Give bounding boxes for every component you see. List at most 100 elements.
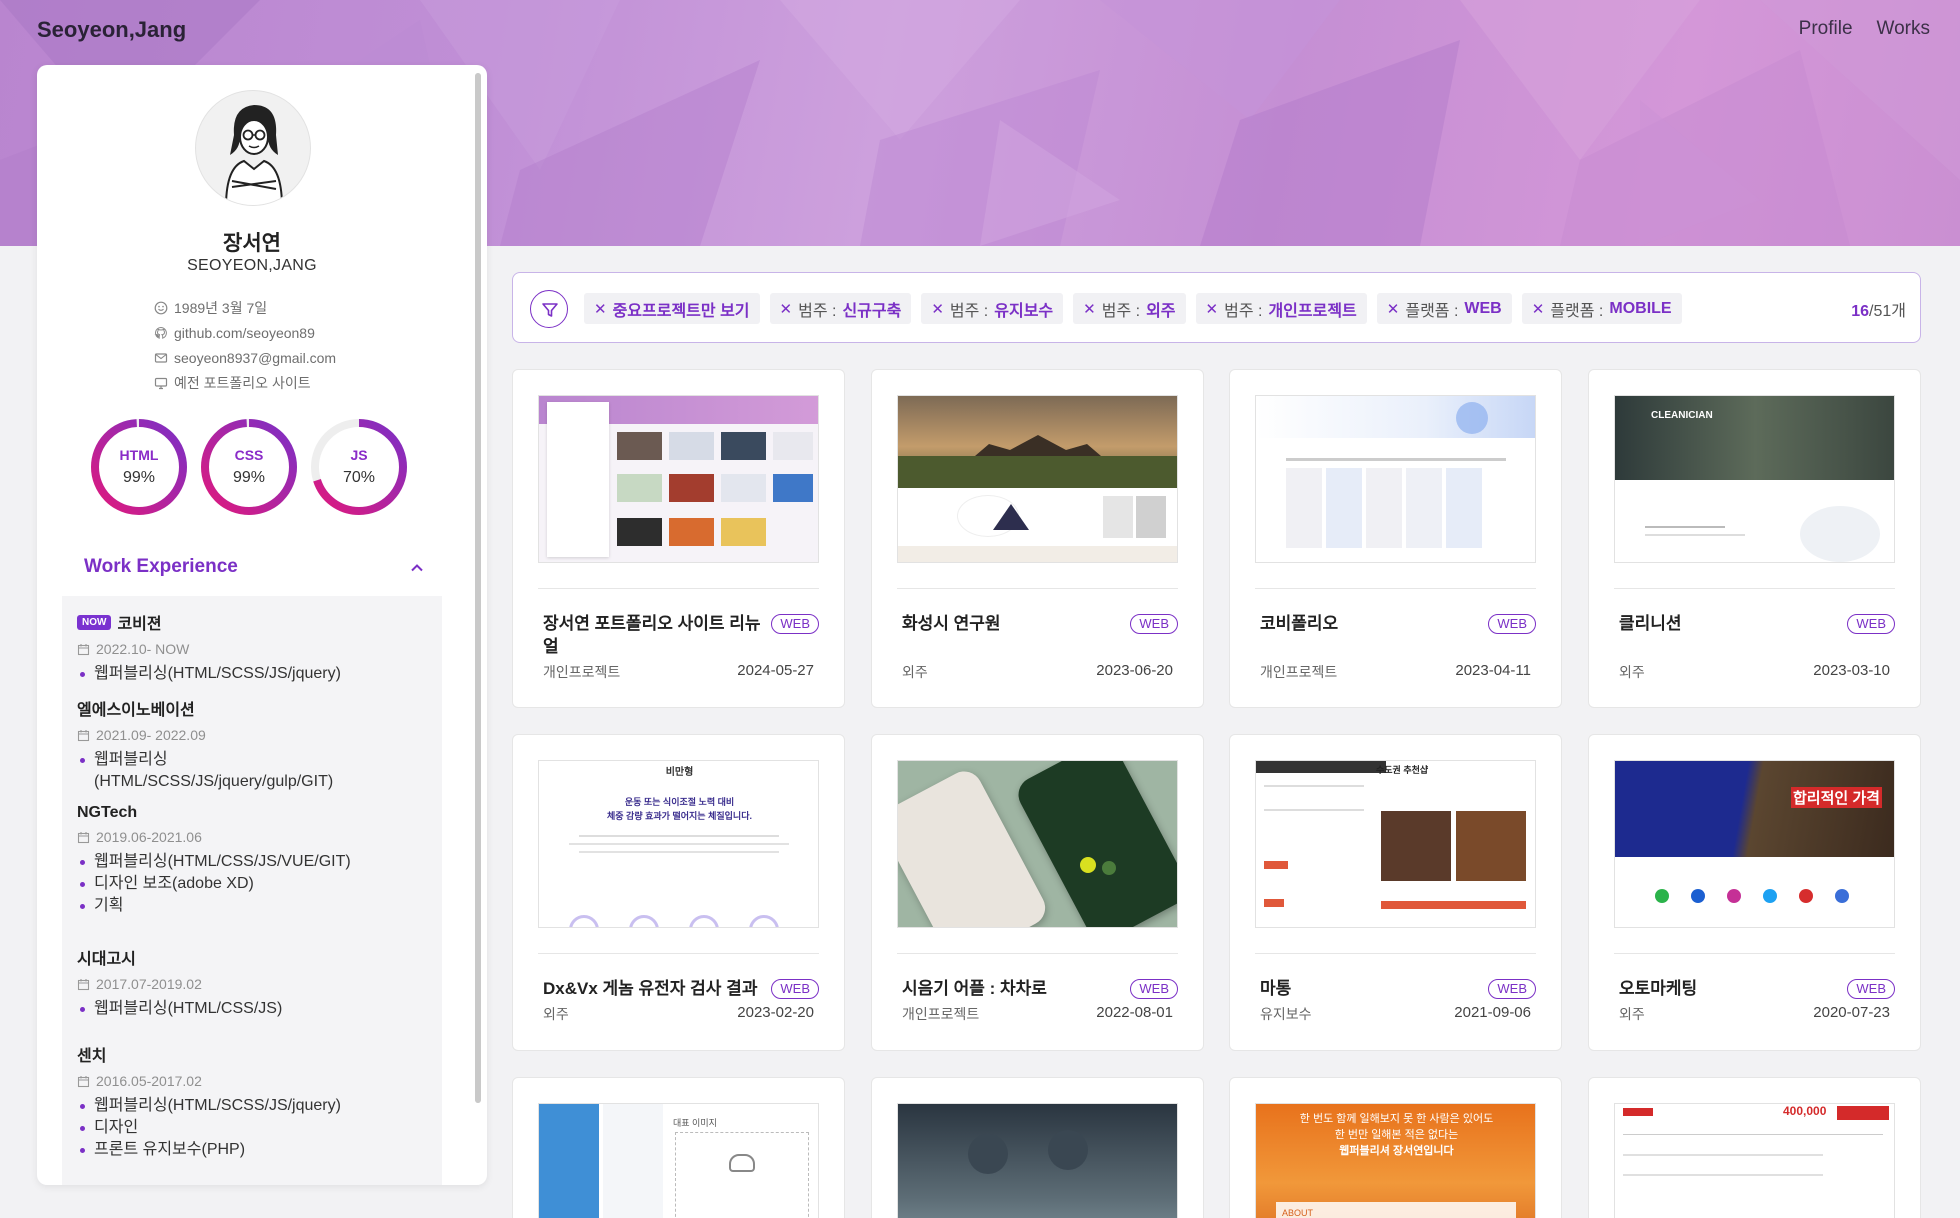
work-category: 유지보수	[1260, 1006, 1312, 1022]
profile-name-korean: 장서연	[223, 232, 281, 255]
filter-chip-prefix: 범주 :	[949, 302, 989, 320]
filter-chip-value: 외주	[1146, 302, 1176, 320]
work-date: 2024-05-27	[737, 662, 814, 679]
github-row[interactable]: github.com/seoyeon89	[154, 320, 336, 345]
job-company: NGTech	[77, 804, 138, 821]
work-card[interactable]: 화성시 연구원 WEB 외주 2023-06-20	[871, 369, 1204, 708]
email-link[interactable]: seoyeon8937@gmail.com	[174, 350, 336, 366]
job-item: 엘에스이노베이션 2021.09- 2022.09 웹퍼블리싱 (HTML/SC…	[77, 696, 333, 793]
thumb-line-1: 한 번도 함께 일해보지 못 한 사람은 있어도	[1299, 1113, 1494, 1125]
job-duty: 디자인	[77, 1117, 341, 1139]
js-gauge-ring	[311, 419, 407, 515]
thumb-banner: 합리적인 가격	[1791, 787, 1882, 808]
mail-icon	[154, 352, 168, 363]
old-portfolio-row[interactable]: 예전 포트폴리오 사이트	[154, 370, 336, 395]
work-title: 코비폴리오	[1260, 614, 1339, 633]
css-gauge-ring	[201, 419, 297, 515]
job-duty: 웹퍼블리싱(HTML/SCSS/JS/jquery)	[77, 1095, 341, 1117]
work-category: 개인프로젝트	[1260, 664, 1338, 680]
close-icon[interactable]: ✕	[594, 300, 607, 318]
work-card[interactable]	[871, 1077, 1204, 1218]
work-category: 외주	[543, 1006, 569, 1022]
filter-chip-personal[interactable]: ✕ 범주 : 개인프로젝트	[1195, 293, 1367, 324]
work-card[interactable]: 400,000	[1588, 1077, 1921, 1218]
cleanician-logo: CLEANICIAN	[1651, 410, 1713, 421]
main-nav: Profile Works	[1799, 18, 1930, 40]
old-portfolio-link[interactable]: 예전 포트폴리오 사이트	[174, 373, 311, 393]
thumb-line-1: 운동 또는 식이조절 노력 대비	[624, 797, 735, 807]
close-icon[interactable]: ✕	[1387, 300, 1400, 318]
filter-chip-value: WEB	[1464, 299, 1502, 317]
filter-chip-value: 중요프로젝트만 보기	[612, 302, 750, 320]
card-divider	[538, 953, 819, 954]
filter-chip-value: 신규구축	[842, 302, 902, 320]
thumb-label: 대표 이미지	[673, 1118, 717, 1128]
work-category: 외주	[902, 664, 928, 680]
filter-chip-prefix: 범주 :	[798, 302, 837, 320]
work-card[interactable]: 한 번도 함께 일해보지 못 한 사람은 있어도 한 번만 일해본 적은 없다는…	[1229, 1077, 1562, 1218]
filter-chips: ✕ 중요프로젝트만 보기 ✕ 범주 : 신규구축 ✕ 범주 : 유지보수 ✕ 범주 : …	[584, 293, 1682, 324]
close-icon[interactable]: ✕	[1206, 300, 1219, 318]
monitor-icon	[154, 377, 168, 389]
work-card[interactable]: 대표 이미지	[512, 1077, 845, 1218]
filter-button[interactable]	[530, 290, 568, 328]
site-brand[interactable]: Seoyeon,Jang	[37, 17, 186, 43]
profile-panel: 장서연 SEOYEON,JANG 1989년 3월 7일 github.com/…	[37, 65, 487, 1185]
job-item: NGTech 2019.06-2021.06 웹퍼블리싱(HTML/CSS/JS…	[77, 804, 351, 917]
work-card[interactable]: 장서연 포트폴리오 사이트 리뉴얼 WEB 개인프로젝트 2024-05-27	[512, 369, 845, 708]
html-gauge-ring	[91, 419, 187, 515]
work-thumbnail: 대표 이미지	[538, 1103, 819, 1218]
filter-bar: ✕ 중요프로젝트만 보기 ✕ 범주 : 신규구축 ✕ 범주 : 유지보수 ✕ 범주 : …	[512, 272, 1921, 343]
card-divider	[1614, 588, 1895, 589]
calendar-icon	[77, 643, 90, 655]
avatar	[195, 90, 311, 206]
profile-name-english: SEOYEON,JANG	[187, 257, 317, 274]
close-icon[interactable]: ✕	[1532, 300, 1545, 318]
filter-chip-outsourcing[interactable]: ✕ 범주 : 외주	[1073, 293, 1186, 324]
work-category: 개인프로젝트	[543, 664, 621, 680]
email-row[interactable]: seoyeon8937@gmail.com	[154, 345, 336, 370]
work-card[interactable]: 비만형 운동 또는 식이조절 노력 대비 체중 감량 효과가 떨어지는 체질입니…	[512, 734, 845, 1051]
work-title: 오토마케팅	[1619, 979, 1698, 998]
work-card[interactable]: 코비폴리오 WEB 개인프로젝트 2023-04-11	[1229, 369, 1562, 708]
thumb-line-2: 한 번만 일해본 적은 없다는	[1334, 1129, 1459, 1141]
job-date: 2019.06-2021.06	[96, 829, 202, 845]
work-thumbnail: 수도권 추천샵	[1255, 760, 1536, 928]
thumb-about: ABOUT	[1282, 1208, 1314, 1218]
filter-chip-maintenance[interactable]: ✕ 범주 : 유지보수	[921, 293, 1064, 324]
filter-chip-web[interactable]: ✕ 플랫폼 : WEB	[1376, 293, 1512, 324]
now-badge: NOW	[77, 614, 112, 630]
close-icon[interactable]: ✕	[1083, 300, 1096, 318]
close-icon[interactable]: ✕	[931, 300, 944, 318]
card-divider	[1255, 953, 1536, 954]
work-thumbnail: CLEANICIAN	[1614, 395, 1895, 563]
result-count: 16/51개	[1851, 297, 1906, 321]
work-card[interactable]: 수도권 추천샵 마통 WEB 유지보수 2021-09-06	[1229, 734, 1562, 1051]
work-thumbnail: 비만형 운동 또는 식이조절 노력 대비 체중 감량 효과가 떨어지는 체질입니…	[538, 760, 819, 928]
nav-profile[interactable]: Profile	[1799, 18, 1853, 40]
work-date: 2023-04-11	[1455, 662, 1531, 679]
job-duty: 기획	[77, 895, 351, 917]
work-card[interactable]: 시음기 어플 : 차차로 WEB 개인프로젝트 2022-08-01	[871, 734, 1204, 1051]
chevron-up-icon[interactable]	[408, 559, 426, 577]
work-thumbnail	[538, 395, 819, 563]
thumb-price: 400,000	[1783, 1104, 1827, 1118]
filter-chip-mobile[interactable]: ✕ 플랫폼 : MOBILE	[1521, 293, 1682, 324]
work-date: 2020-07-23	[1813, 1004, 1890, 1021]
github-link[interactable]: github.com/seoyeon89	[174, 325, 315, 341]
work-category: 개인프로젝트	[902, 1006, 980, 1022]
work-card[interactable]: CLEANICIAN 클리니션 WEB 외주 2023-03-10	[1588, 369, 1921, 708]
job-company: 센치	[77, 1048, 107, 1065]
filter-chip-new-build[interactable]: ✕ 범주 : 신규구축	[769, 293, 912, 324]
work-category: 외주	[1619, 1006, 1645, 1022]
result-count-shown: 16	[1851, 303, 1870, 320]
close-icon[interactable]: ✕	[780, 300, 793, 318]
work-date: 2023-03-10	[1813, 662, 1890, 679]
filter-chip-important[interactable]: ✕ 중요프로젝트만 보기	[584, 293, 760, 324]
work-experience-title[interactable]: Work Experience	[84, 556, 238, 578]
nav-works[interactable]: Works	[1877, 18, 1930, 40]
work-card[interactable]: 합리적인 가격 오토마케팅 WEB 외주 2020-07-23	[1588, 734, 1921, 1051]
panel-scrollbar-thumb[interactable]	[475, 73, 481, 1103]
calendar-icon	[77, 1075, 90, 1087]
platform-badge: WEB	[1847, 614, 1895, 634]
